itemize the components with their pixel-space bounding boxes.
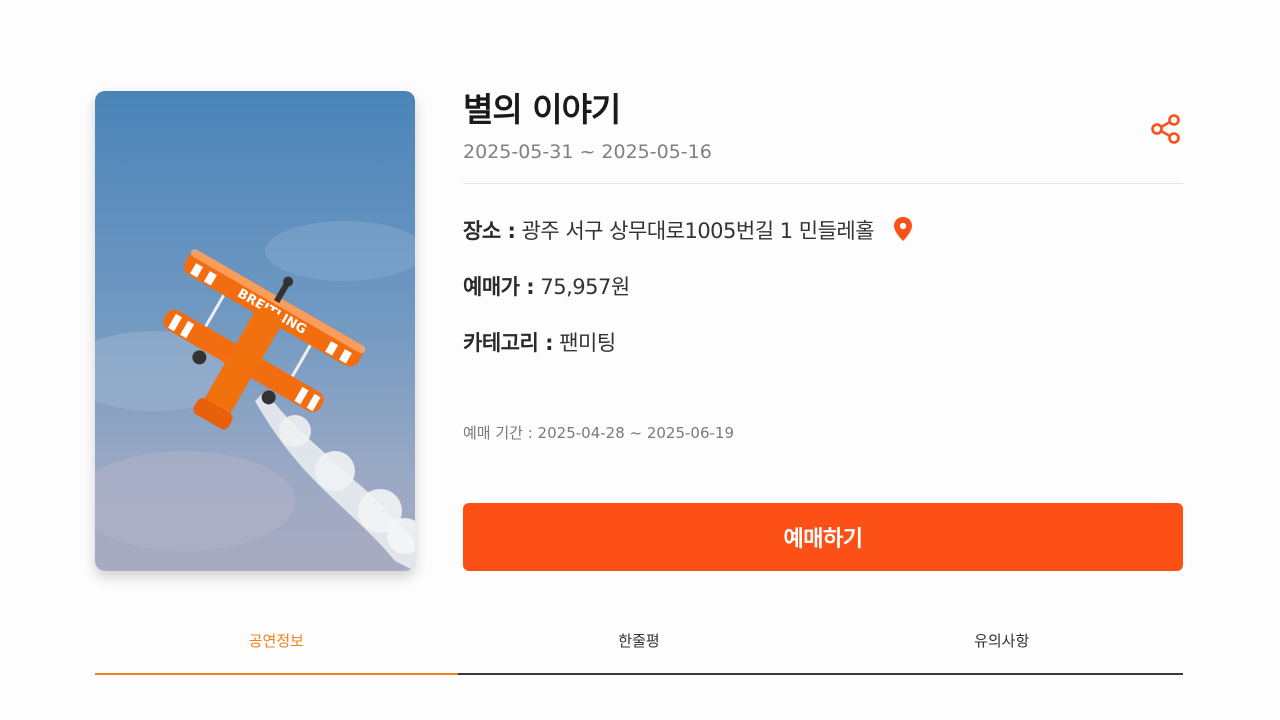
- tab-show-info[interactable]: 공연정보: [95, 630, 458, 675]
- poster-image: BREITLING: [95, 91, 415, 571]
- venue-value: 광주 서구 상무대로1005번길 1 민들레홀: [521, 219, 875, 243]
- tab-reviews[interactable]: 한줄평: [458, 630, 821, 673]
- category-label: 카테고리 :: [463, 331, 554, 355]
- venue-row: 장소 : 광주 서구 상무대로1005번길 1 민들레홀: [463, 216, 914, 246]
- share-icon[interactable]: [1149, 112, 1183, 146]
- price-row: 예매가 : 75,957원: [463, 272, 630, 302]
- show-dates: 2025-05-31 ~ 2025-05-16: [463, 141, 712, 163]
- tab-label: 유의사항: [974, 632, 1030, 650]
- book-button[interactable]: 예매하기: [463, 503, 1183, 571]
- category-value: 팬미팅: [559, 331, 616, 355]
- map-pin-icon[interactable]: [892, 216, 914, 242]
- venue-label: 장소 :: [463, 219, 516, 243]
- show-title: 별의 이야기: [463, 90, 621, 129]
- sale-period: 예매 기간 : 2025-04-28 ~ 2025-06-19: [463, 424, 735, 442]
- page: BREITLING 별의 이야기 2025-05-31 ~: [0, 0, 1280, 720]
- tab-label: 공연정보: [248, 632, 304, 650]
- category-row: 카테고리 : 팬미팅: [463, 328, 616, 358]
- tab-label: 한줄평: [618, 632, 660, 650]
- price-value: 75,957원: [540, 275, 630, 299]
- price-label: 예매가 :: [463, 275, 535, 299]
- divider: [463, 183, 1183, 184]
- tab-notices[interactable]: 유의사항: [820, 630, 1183, 673]
- detail-tabs: 공연정보 한줄평 유의사항: [95, 630, 1183, 675]
- show-info: 별의 이야기 2025-05-31 ~ 2025-05-16 장소 : 광주 서…: [463, 88, 1183, 571]
